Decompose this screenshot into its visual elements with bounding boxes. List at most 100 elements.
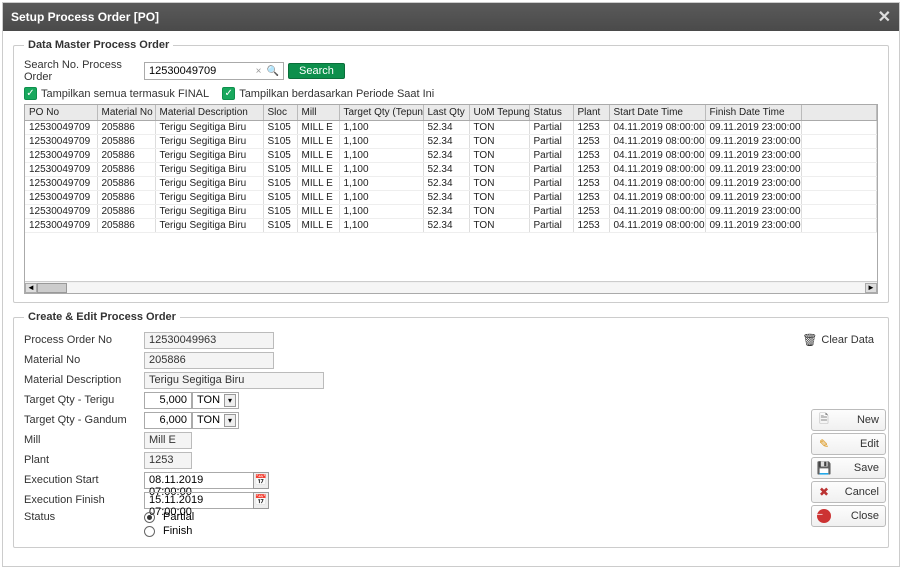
input-tgt-terigu[interactable]: 5,000 (144, 392, 192, 409)
table-row[interactable]: 12530049709205886Terigu Segitiga BiruS10… (25, 149, 877, 163)
cell: 205886 (97, 205, 155, 219)
table-row[interactable]: 12530049709205886Terigu Segitiga BiruS10… (25, 219, 877, 233)
cell: 04.11.2019 08:00:00 (609, 177, 705, 191)
col-header[interactable]: Mill (297, 105, 339, 121)
cell: 52.34 (423, 163, 469, 177)
search-button[interactable]: Search (288, 63, 345, 79)
chk-show-final[interactable]: ✓Tampilkan semua termasuk FINAL (24, 87, 209, 100)
close-icon[interactable]: ✕ (878, 7, 891, 27)
horizontal-scrollbar[interactable]: ◄ ► (25, 281, 877, 293)
col-header[interactable]: UoM Tepung (469, 105, 529, 121)
table-row[interactable]: 12530049709205886Terigu Segitiga BiruS10… (25, 121, 877, 135)
edit-button[interactable]: ✎Edit (811, 433, 886, 455)
scroll-thumb[interactable] (37, 283, 67, 293)
cell: 205886 (97, 121, 155, 135)
cell: 1253 (573, 205, 609, 219)
search-icon[interactable]: 🔍 (267, 66, 279, 77)
cell: MILL E (297, 191, 339, 205)
cell: 1,100 (339, 219, 423, 233)
col-header[interactable]: Plant (573, 105, 609, 121)
search-value: 12530049709 (149, 65, 216, 77)
cell: TON (469, 121, 529, 135)
col-header[interactable]: Finish Date Time (705, 105, 801, 121)
col-header[interactable]: Last Qty (423, 105, 469, 121)
clear-search-icon[interactable]: × (256, 66, 262, 77)
col-header[interactable]: PO No (25, 105, 97, 121)
input-exec-finish[interactable]: 15.11.2019 07:00:00 (144, 492, 254, 509)
input-tgt-gandum[interactable]: 6,000 (144, 412, 192, 429)
scroll-left-icon[interactable]: ◄ (25, 283, 37, 293)
cell: 1253 (573, 121, 609, 135)
cell: S105 (263, 219, 297, 233)
window-title: Setup Process Order [PO] (11, 10, 159, 24)
cell: Partial (529, 191, 573, 205)
cell: Terigu Segitiga Biru (155, 149, 263, 163)
col-header[interactable]: Target Qty (Tepung) (339, 105, 423, 121)
table-row[interactable]: 12530049709205886Terigu Segitiga BiruS10… (25, 163, 877, 177)
cell: Terigu Segitiga Biru (155, 191, 263, 205)
cell: 205886 (97, 163, 155, 177)
table-row[interactable]: 12530049709205886Terigu Segitiga BiruS10… (25, 205, 877, 219)
action-buttons: 🗎New ✎Edit 💾Save ✖Cancel –Close (811, 409, 886, 527)
close-button[interactable]: –Close (811, 505, 886, 527)
edit-panel: Create & Edit Process Order 🗑 Clear Data… (13, 311, 889, 548)
col-header[interactable]: Start Date Time (609, 105, 705, 121)
cell: 205886 (97, 177, 155, 191)
cell: MILL E (297, 163, 339, 177)
cell: TON (469, 163, 529, 177)
new-button[interactable]: 🗎New (811, 409, 886, 431)
table-row[interactable]: 12530049709205886Terigu Segitiga BiruS10… (25, 135, 877, 149)
cell: 52.34 (423, 135, 469, 149)
radio-partial[interactable]: Partial (144, 511, 194, 523)
cell: 1,100 (339, 149, 423, 163)
trash-icon: 🗑 (802, 333, 817, 347)
label-tgt-terigu: Target Qty - Terigu (24, 394, 144, 406)
label-plant: Plant (24, 454, 144, 466)
radio-icon (144, 526, 155, 537)
search-input[interactable]: 12530049709 × 🔍 (144, 62, 284, 80)
cell: MILL E (297, 121, 339, 135)
table-row[interactable]: 12530049709205886Terigu Segitiga BiruS10… (25, 191, 877, 205)
cell: 1,100 (339, 163, 423, 177)
cell: 04.11.2019 08:00:00 (609, 149, 705, 163)
master-panel: Data Master Process Order Search No. Pro… (13, 39, 889, 303)
grid[interactable]: PO NoMaterial NoMaterial DescriptionSloc… (24, 104, 878, 294)
save-button[interactable]: 💾Save (811, 457, 886, 479)
cell: Partial (529, 219, 573, 233)
cell: 04.11.2019 08:00:00 (609, 205, 705, 219)
cell: Partial (529, 163, 573, 177)
input-exec-start[interactable]: 08.11.2019 07:00:00 (144, 472, 254, 489)
label-exec-finish: Execution Finish (24, 494, 144, 506)
cell: Terigu Segitiga Biru (155, 135, 263, 149)
label-tgt-gandum: Target Qty - Gandum (24, 414, 144, 426)
select-uom-terigu[interactable]: TON▾ (192, 392, 239, 409)
chk-current-period[interactable]: ✓Tampilkan berdasarkan Periode Saat Ini (222, 87, 434, 100)
cell: Partial (529, 149, 573, 163)
table-row[interactable]: 12530049709205886Terigu Segitiga BiruS10… (25, 177, 877, 191)
field-plant: 1253 (144, 452, 192, 469)
select-uom-gandum[interactable]: TON▾ (192, 412, 239, 429)
cell: 09.11.2019 23:00:00 (705, 135, 801, 149)
col-header[interactable]: Sloc (263, 105, 297, 121)
cell: MILL E (297, 149, 339, 163)
col-header[interactable]: Material Description (155, 105, 263, 121)
col-header[interactable]: Material No (97, 105, 155, 121)
field-mat-desc: Terigu Segitiga Biru (144, 372, 324, 389)
cell: TON (469, 177, 529, 191)
scroll-right-icon[interactable]: ► (865, 283, 877, 293)
cell: 1253 (573, 191, 609, 205)
label-status: Status (24, 511, 144, 523)
calendar-icon[interactable]: 📅 (253, 492, 269, 509)
cell: S105 (263, 135, 297, 149)
calendar-icon[interactable]: 📅 (253, 472, 269, 489)
save-icon: 💾 (816, 460, 832, 476)
cell: Partial (529, 177, 573, 191)
cell: Terigu Segitiga Biru (155, 205, 263, 219)
clear-data-button[interactable]: 🗑 Clear Data (802, 333, 874, 347)
radio-finish[interactable]: Finish (144, 525, 194, 537)
cell: 1,100 (339, 177, 423, 191)
cell: TON (469, 205, 529, 219)
col-header[interactable]: Status (529, 105, 573, 121)
cell: Partial (529, 121, 573, 135)
cancel-button[interactable]: ✖Cancel (811, 481, 886, 503)
